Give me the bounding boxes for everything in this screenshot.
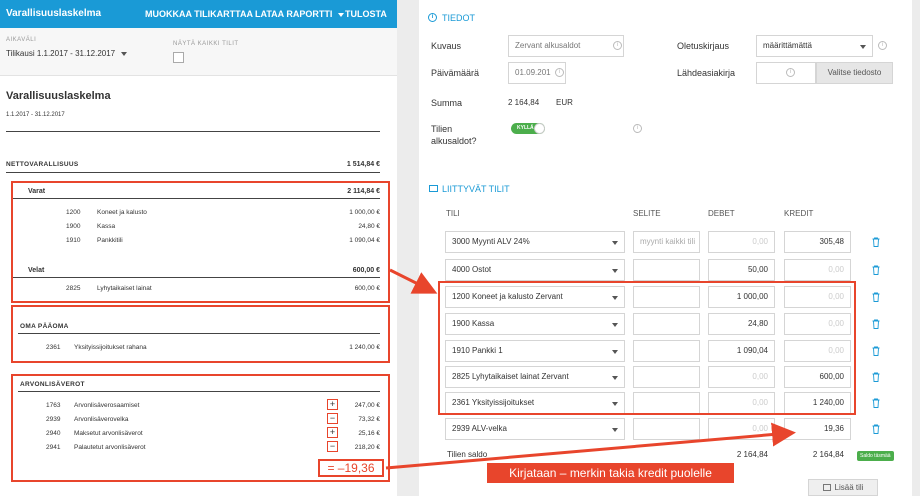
annotation-arrows	[385, 268, 796, 470]
annotation-callout: Kirjataan – merkin takia kredit puolelle	[487, 463, 734, 483]
arrow-to-accounts	[389, 268, 438, 294]
